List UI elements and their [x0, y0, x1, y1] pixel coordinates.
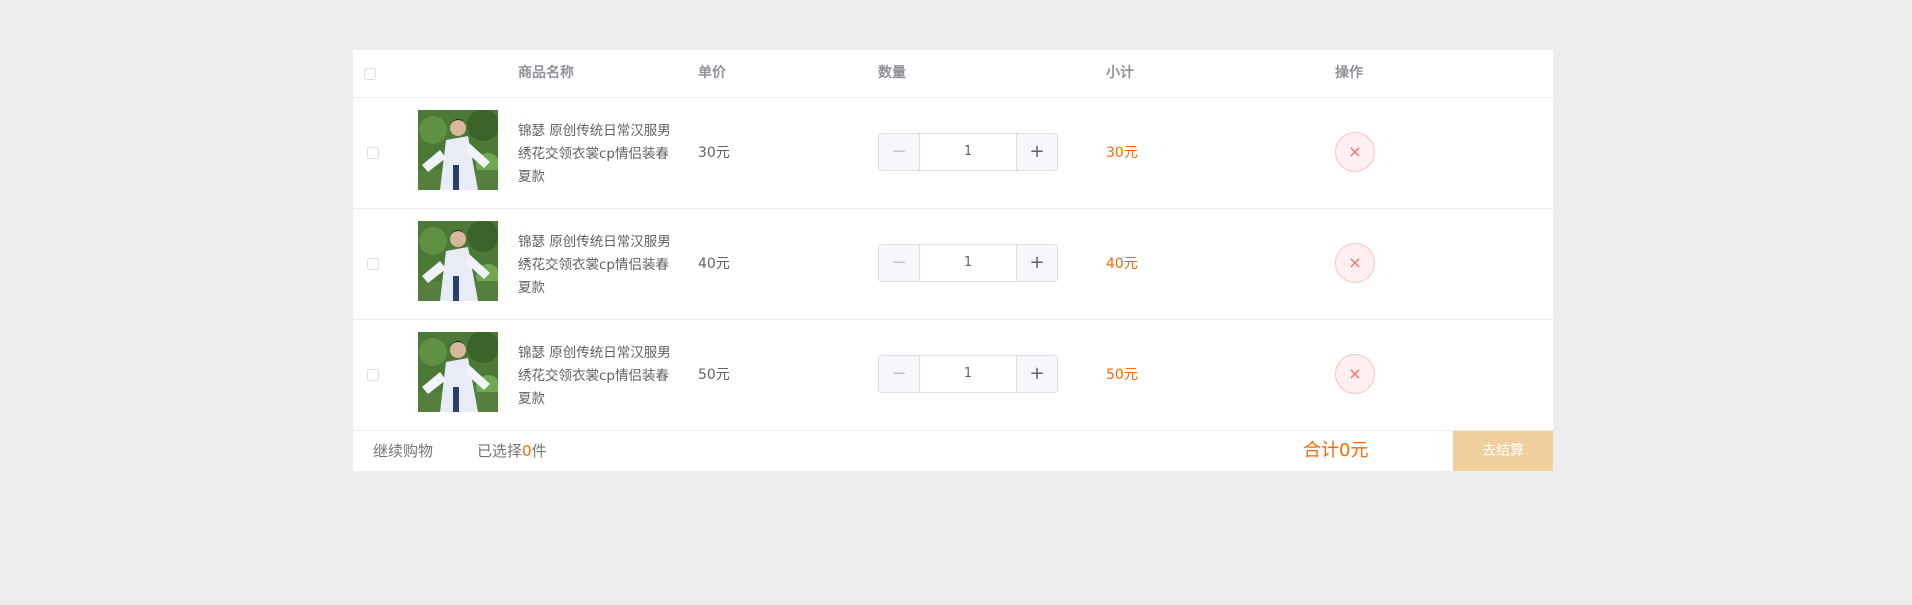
shopping-cart: 商品名称 单价 数量 小计 操作 锦瑟 原创传统日常汉服男 绣花交领衣裳cp情侣… — [353, 50, 1553, 471]
product-image[interactable] — [418, 332, 498, 412]
decrement-button[interactable]: − — [879, 356, 920, 392]
product-name[interactable]: 锦瑟 原创传统日常汉服男 绣花交领衣裳cp情侣装春 夏款 — [518, 231, 688, 300]
selected-count-text: 已选择0件 — [477, 442, 547, 460]
decrement-button[interactable]: − — [879, 134, 920, 170]
increment-button[interactable]: + — [1016, 134, 1057, 170]
product-image[interactable] — [418, 110, 498, 190]
increment-button[interactable]: + — [1016, 356, 1057, 392]
cart-footer: 继续购物 已选择0件 合计0元 去结算 — [353, 431, 1553, 471]
cart-row: 锦瑟 原创传统日常汉服男 绣花交领衣裳cp情侣装春 夏款 30元 − 1 + 3… — [353, 98, 1553, 209]
delete-button[interactable]: × — [1335, 354, 1375, 394]
checkout-button[interactable]: 去结算 — [1453, 431, 1553, 471]
product-name[interactable]: 锦瑟 原创传统日常汉服男 绣花交领衣裳cp情侣装春 夏款 — [518, 342, 688, 411]
cart-header: 商品名称 单价 数量 小计 操作 — [353, 50, 1553, 98]
cart-row: 锦瑟 原创传统日常汉服男 绣花交领衣裳cp情侣装春 夏款 40元 − 1 + 4… — [353, 209, 1553, 320]
row-checkbox[interactable] — [367, 369, 379, 381]
quantity-input[interactable]: 1 — [920, 134, 1016, 170]
continue-shopping-link[interactable]: 继续购物 — [373, 431, 433, 471]
quantity-stepper: − 1 + — [878, 355, 1058, 393]
row-checkbox[interactable] — [367, 147, 379, 159]
increment-button[interactable]: + — [1016, 245, 1057, 281]
select-all-checkbox[interactable] — [364, 68, 376, 80]
column-product-name: 商品名称 — [518, 65, 574, 81]
unit-price: 40元 — [698, 256, 730, 272]
delete-button[interactable]: × — [1335, 132, 1375, 172]
selected-count: 0 — [522, 442, 532, 460]
quantity-input[interactable]: 1 — [920, 245, 1016, 281]
quantity-stepper: − 1 + — [878, 133, 1058, 171]
close-icon: × — [1348, 364, 1362, 383]
row-subtotal: 50元 — [1106, 367, 1138, 383]
product-name[interactable]: 锦瑟 原创传统日常汉服男 绣花交领衣裳cp情侣装春 夏款 — [518, 120, 688, 189]
quantity-stepper: − 1 + — [878, 244, 1058, 282]
unit-price: 50元 — [698, 367, 730, 383]
close-icon: × — [1348, 253, 1362, 272]
column-unit-price: 单价 — [698, 65, 726, 81]
column-quantity: 数量 — [878, 65, 906, 81]
row-checkbox[interactable] — [367, 258, 379, 270]
unit-price: 30元 — [698, 145, 730, 161]
column-action: 操作 — [1335, 65, 1363, 81]
decrement-button[interactable]: − — [879, 245, 920, 281]
close-icon: × — [1348, 142, 1362, 161]
column-subtotal: 小计 — [1106, 65, 1134, 81]
product-image[interactable] — [418, 221, 498, 301]
quantity-input[interactable]: 1 — [920, 356, 1016, 392]
cart-row: 锦瑟 原创传统日常汉服男 绣花交领衣裳cp情侣装春 夏款 50元 − 1 + 5… — [353, 320, 1553, 431]
cart-total: 合计0元 — [1303, 440, 1369, 461]
row-subtotal: 40元 — [1106, 256, 1138, 272]
delete-button[interactable]: × — [1335, 243, 1375, 283]
row-subtotal: 30元 — [1106, 145, 1138, 161]
